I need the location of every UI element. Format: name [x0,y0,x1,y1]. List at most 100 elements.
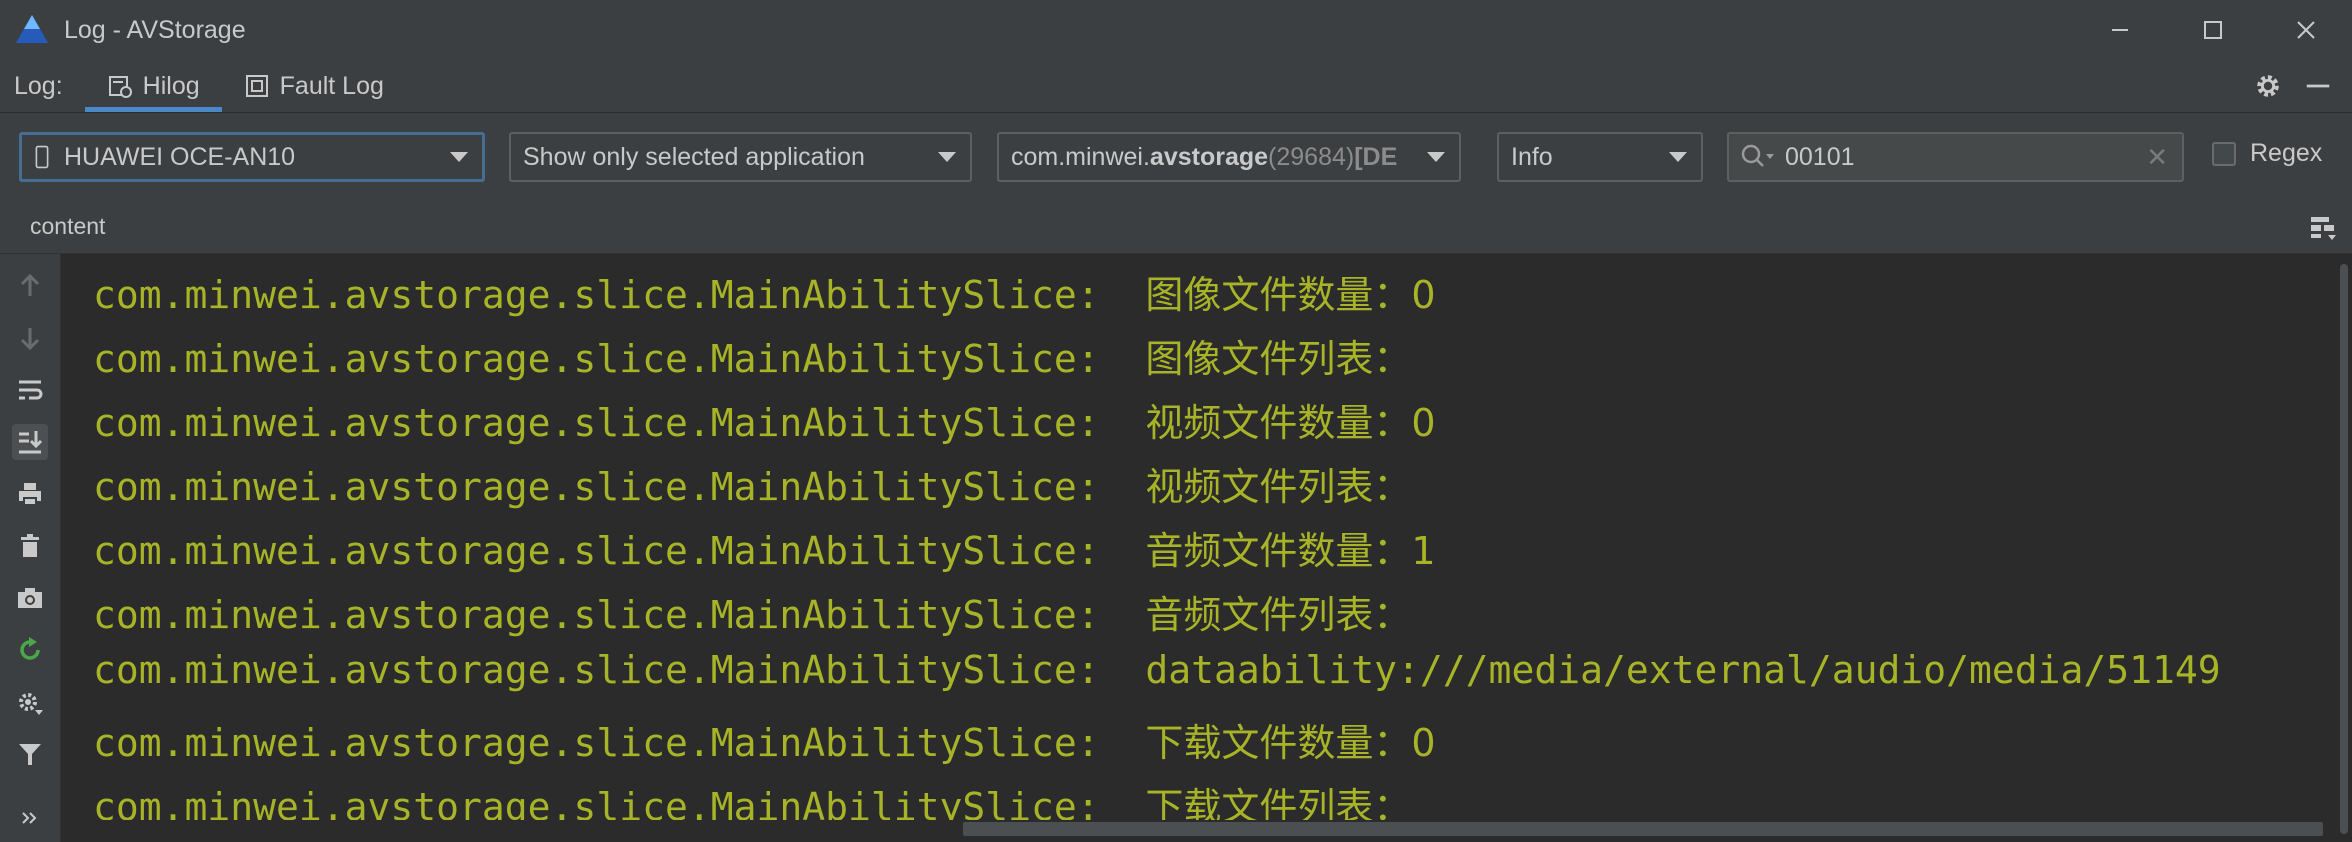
trash-icon [21,534,39,557]
device-select-value: HUAWEI OCE-AN10 [64,142,296,171]
clear-search-icon[interactable]: ✕ [2146,142,2168,173]
filter-icon [19,744,41,765]
log-message: 下载文件列表： [1145,785,1412,820]
filter-button[interactable] [12,736,48,772]
app-logo-icon [16,15,48,43]
maximize-button[interactable] [2166,0,2259,60]
log-message: dataability:///media/external/audio/medi… [1145,648,2221,692]
more-icon [22,812,37,824]
log-line: com.minwei.avstorage.slice.MainAbilitySl… [93,776,1411,820]
log-message: 音频文件列表： [1145,593,1412,637]
regex-checkbox[interactable] [2212,141,2236,166]
log-tag: com.minwei.avstorage.slice.MainAbilitySl… [93,465,1146,509]
chevron-down-icon [1669,152,1687,162]
screenshot-button[interactable] [12,580,48,616]
horizontal-scrollbar[interactable] [61,820,2334,842]
tab-hilog-label: Hilog [142,71,200,100]
tab-hilog[interactable]: Hilog [84,60,222,112]
horizontal-scroll-thumb[interactable] [963,822,2323,836]
log-tag: com.minwei.avstorage.slice.MainAbilitySl… [93,721,1146,765]
minimize-panel-icon [2306,84,2330,88]
filter-mode-select[interactable]: Show only selected application [509,132,972,182]
layout-icon[interactable] [2308,213,2338,243]
more-button[interactable] [12,800,48,836]
tab-fault-log[interactable]: Fault Log [222,60,406,112]
minimize-button[interactable] [2073,0,2166,60]
log-tab-bar: Log: Hilog Fault Log [0,60,2352,113]
chevron-down-icon [1427,152,1445,162]
print-button[interactable] [12,476,48,512]
log-settings-button[interactable] [12,684,48,720]
scroll-up-button[interactable] [12,268,48,304]
close-icon [2296,21,2315,39]
log-output[interactable]: com.minwei.avstorage.slice.MainAbilitySl… [61,254,2334,820]
scroll-down-button[interactable] [12,320,48,356]
content-column-header: content [30,213,106,239]
log-message: 图像文件数量：0 [1145,273,1436,317]
close-button[interactable] [2259,0,2352,60]
search-icon [1741,144,1774,167]
hide-panel-button[interactable] [2302,70,2334,102]
log-line: com.minwei.avstorage.slice.MainAbilitySl… [93,392,1436,447]
log-line: com.minwei.avstorage.slice.MainAbilitySl… [93,328,1411,383]
search-input[interactable]: 00101 [1785,143,1855,172]
tab-fault-log-label: Fault Log [279,71,384,100]
clear-log-button[interactable] [12,528,48,564]
window-controls [2073,0,2352,60]
log-tag: com.minwei.avstorage.slice.MainAbilitySl… [93,337,1146,381]
process-suffix: [DE [1354,142,1398,171]
device-select[interactable]: HUAWEI OCE-AN10 [19,132,485,182]
log-line: com.minwei.avstorage.slice.MainAbilitySl… [93,520,1436,575]
log-message: 下载文件数量：0 [1145,721,1436,765]
scroll-to-end-button[interactable] [12,424,48,460]
log-message: 视频文件列表： [1145,465,1412,509]
scroll-down-icon [20,328,40,351]
log-tag: com.minwei.avstorage.slice.MainAbilitySl… [93,593,1146,637]
soft-wrap-icon [19,380,43,400]
column-header: content [0,201,2352,254]
hilog-icon [108,76,132,98]
print-icon [19,483,41,506]
log-line: com.minwei.avstorage.slice.MainAbilitySl… [93,584,1411,639]
restart-button[interactable] [12,632,48,668]
process-name-prefix: com.minwei. [1011,142,1150,171]
soft-wrap-button[interactable] [12,372,48,408]
log-line: com.minwei.avstorage.slice.MainAbilitySl… [93,648,2221,692]
scroll-to-end-icon [19,431,43,454]
log-line: com.minwei.avstorage.slice.MainAbilitySl… [93,264,1436,319]
chevron-down-icon [450,152,468,162]
log-line: com.minwei.avstorage.slice.MainAbilitySl… [93,712,1436,767]
filter-mode-value: Show only selected application [523,142,865,171]
chevron-down-icon [938,152,956,162]
gear-icon [2257,75,2279,97]
restart-icon [20,637,40,660]
search-field[interactable]: 00101 ✕ [1727,132,2184,182]
regex-toggle[interactable]: Regex [2212,139,2322,168]
log-tag: com.minwei.avstorage.slice.MainAbilitySl… [93,648,1146,692]
vertical-scroll-thumb[interactable] [2340,264,2348,834]
settings-button[interactable] [2252,70,2284,102]
log-message: 音频文件数量：1 [1145,529,1436,573]
log-label: Log: [14,71,63,100]
log-tag: com.minwei.avstorage.slice.MainAbilitySl… [93,785,1146,820]
vertical-scrollbar[interactable] [2334,254,2352,842]
window-title: Log - AVStorage [64,15,246,44]
filter-toolbar: HUAWEI OCE-AN10 Show only selected appli… [0,113,2352,201]
camera-icon [18,588,42,608]
log-message: 视频文件数量：0 [1145,401,1436,445]
scroll-up-icon [20,273,40,296]
process-select[interactable]: com.minwei. avstorage (29684) [DE [997,132,1461,182]
log-level-select[interactable]: Info [1497,132,1703,182]
minimize-icon [2111,29,2128,31]
maximize-icon [2203,21,2222,39]
regex-label: Regex [2250,139,2323,167]
log-line: com.minwei.avstorage.slice.MainAbilitySl… [93,456,1411,511]
process-pid: (29684) [1268,142,1355,171]
settings-icon [19,693,43,715]
logbar-actions [2252,60,2352,112]
process-name-bold: avstorage [1149,142,1269,171]
phone-icon [35,145,49,169]
log-tag: com.minwei.avstorage.slice.MainAbilitySl… [93,401,1146,445]
title-bar: Log - AVStorage [0,0,2352,61]
log-tag: com.minwei.avstorage.slice.MainAbilitySl… [93,273,1146,317]
